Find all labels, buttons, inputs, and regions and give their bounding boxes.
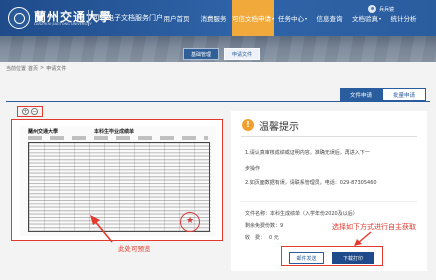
nav-label: 文档验真 <box>351 15 378 23</box>
breadcrumb: 当前位置 首页 > 申请文件 <box>6 65 66 72</box>
tab-batch-apply[interactable]: 批量申请 <box>382 88 426 101</box>
nav-label: 用户首页 <box>163 15 190 23</box>
nav-item-document-apply[interactable]: 可信文档申请 ▾ <box>232 0 274 36</box>
remaining-copies-row: 剩余免费份数：9 <box>245 222 283 229</box>
nav-label: 统计分析 <box>390 15 417 23</box>
remaining-copies-value: 9 <box>280 223 284 229</box>
zoom-out-icon[interactable]: − <box>31 108 38 115</box>
nav-label: 信息查询 <box>316 15 343 23</box>
zoom-in-icon[interactable]: + <box>22 108 29 115</box>
divider <box>241 201 417 202</box>
fee-value: 0 元 <box>269 235 279 241</box>
sub-tabs: 基础管理 申请文件 <box>183 48 261 60</box>
breadcrumb-prefix: 当前位置 <box>6 66 27 72</box>
document-info-row <box>28 136 208 140</box>
zoom-controls: + − <box>17 106 43 117</box>
tips-title: 温馨提示 <box>259 122 299 133</box>
nav-item-home[interactable]: 用户首页 <box>158 0 195 36</box>
breadcrumb-home[interactable]: 首页 <box>28 65 38 72</box>
file-name-row: 文件名称：本科生成绩单（入学年份2020及以后） <box>245 210 358 217</box>
document-title: 本科生毕业成绩单 <box>94 129 135 135</box>
file-name-label: 文件名称： <box>245 211 271 217</box>
remaining-copies-label: 剩余免费份数： <box>245 223 281 229</box>
official-seal-icon <box>180 212 200 232</box>
nav-label: 可信文档申请 <box>232 15 271 23</box>
fee-label: 收 费： <box>245 235 266 241</box>
nav-label: 任务中心 <box>277 15 304 23</box>
university-english-name: LANZHOU JIAOTONG UNIVERSITY <box>34 22 92 26</box>
document-university-header: 蘭州交通大學 <box>28 129 59 135</box>
top-navigation-bar: 蘭州交通大學 LANZHOU JIAOTONG UNIVERSITY 可信电子文… <box>0 0 436 36</box>
chevron-down-icon: ▾ <box>304 15 307 21</box>
breadcrumb-current: 申请文件 <box>46 66 67 72</box>
nav-label: 消费服务 <box>200 15 227 23</box>
tab-single-apply[interactable]: 文件申请 <box>340 88 382 101</box>
user-name: 兵兵镜 <box>379 6 395 13</box>
university-logo[interactable]: 蘭州交通大學 LANZHOU JIAOTONG UNIVERSITY 可信电子文… <box>8 7 163 29</box>
email-send-button[interactable]: 邮件发送 <box>289 252 324 264</box>
tips-line-3: 2.如页面数据有误，请联系管理员。电话：029-87305460 <box>245 180 377 186</box>
nav-item-consumption[interactable]: 消费服务 <box>195 0 232 36</box>
breadcrumb-separator: > <box>40 65 45 71</box>
user-menu[interactable]: 兵兵镜 <box>368 5 394 13</box>
university-emblem-icon <box>8 7 30 29</box>
tips-line-1: 1.请认真审核成绩或证明内容。准确无误后，再进入下一 <box>245 150 370 156</box>
tips-line-2: 步操作 <box>245 166 261 172</box>
portal-title: 可信电子文档服务门户 <box>93 14 163 22</box>
apply-mode-tabs: 文件申请 批量申请 <box>340 88 426 101</box>
file-name-value: 本科生成绩单（入学年份2020及以后） <box>270 211 358 217</box>
divider <box>241 136 417 137</box>
fee-row: 收 费： 0 元 <box>245 234 279 241</box>
exclamation-icon: ! <box>242 119 254 131</box>
tabs-underline <box>6 101 430 102</box>
tips-panel: ! 温馨提示 1.请认真审核成绩或证明内容。准确无误后，再进入下一 步操作 2.… <box>231 111 427 271</box>
preview-annotation: 此处可预览 <box>118 245 151 253</box>
tab-apply-file[interactable]: 申请文件 <box>224 48 261 60</box>
nav-item-task-center[interactable]: 任务中心 ▾ <box>274 0 311 36</box>
nav-item-info-query[interactable]: 信息查询 <box>311 0 348 36</box>
download-print-button[interactable]: 下载打印 <box>332 252 374 264</box>
avatar <box>368 5 376 13</box>
tab-basic-management[interactable]: 基础管理 <box>183 48 220 60</box>
chevron-down-icon: ▾ <box>378 15 381 21</box>
logo-divider <box>88 10 89 26</box>
